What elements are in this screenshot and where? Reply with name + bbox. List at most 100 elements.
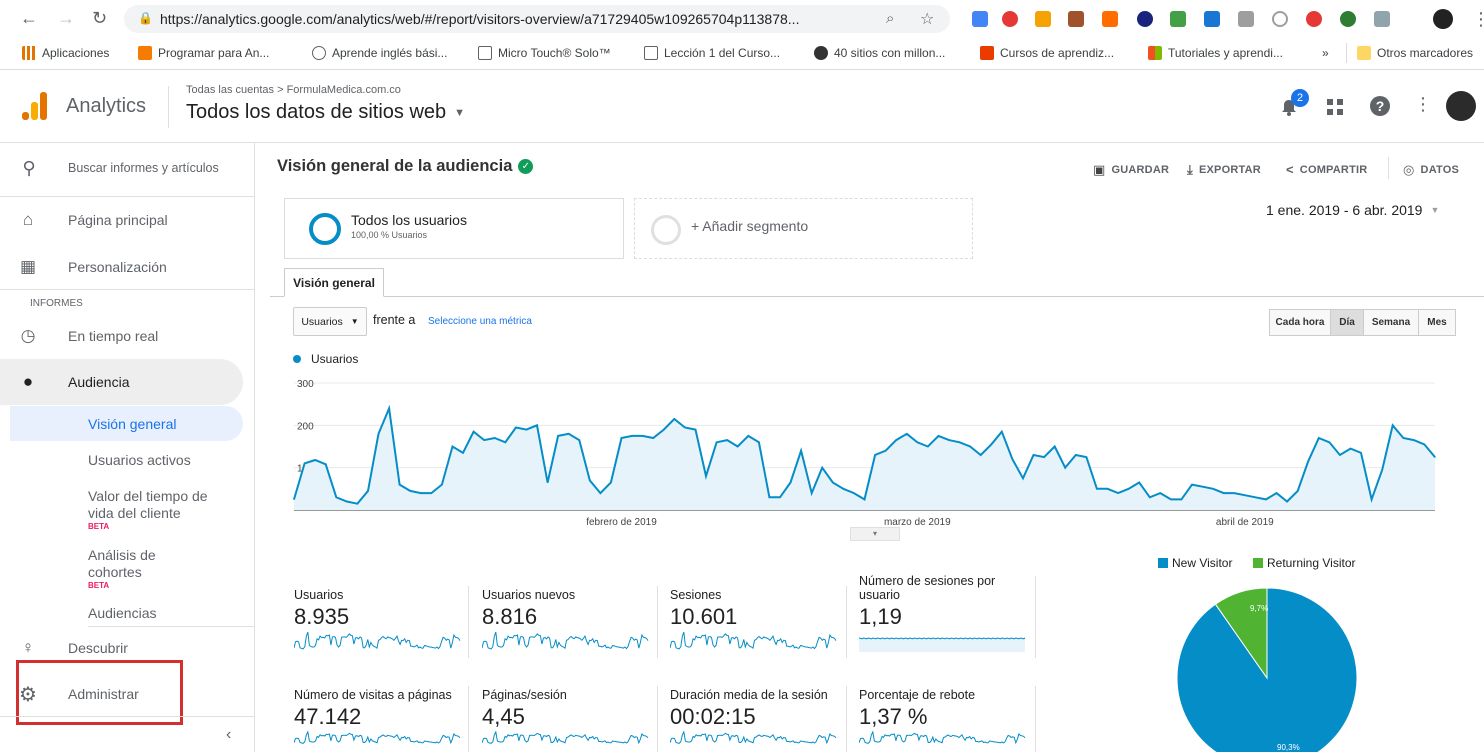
data-point[interactable] [1191,484,1193,486]
data-point[interactable] [1265,498,1267,500]
bookmarks-overflow-button[interactable]: » [1322,46,1329,60]
select-metric-link[interactable]: Seleccione una métrica [428,316,532,327]
data-point[interactable] [557,435,559,437]
zoom-icon[interactable]: ⌕ [886,10,894,27]
data-point[interactable] [811,492,813,494]
data-point[interactable] [631,435,633,437]
browser-menu-icon[interactable]: ⋮ [1472,9,1484,29]
share-button[interactable]: < COMPARTIR [1286,162,1367,177]
data-point[interactable] [927,445,929,448]
data-point[interactable] [885,450,887,452]
bookmark-item[interactable]: Programar para An... [138,46,269,60]
data-point[interactable] [990,443,992,445]
extension-icon[interactable] [1137,11,1153,27]
data-point[interactable] [758,441,760,443]
data-point[interactable] [737,445,739,448]
data-point[interactable] [1423,443,1425,445]
extension-icon[interactable] [1204,11,1220,27]
data-point[interactable] [684,426,686,429]
data-point[interactable] [652,437,654,439]
data-point[interactable] [568,433,570,435]
extension-icon[interactable] [1306,11,1322,27]
data-point[interactable] [1106,488,1109,490]
data-point[interactable] [1328,441,1330,443]
metric-tile[interactable]: Porcentaje de rebote 1,37 % [858,688,1027,751]
data-point[interactable] [1170,498,1172,500]
metric-dropdown[interactable]: Usuarios ▼ [293,307,367,336]
profile-avatar[interactable] [1433,9,1453,29]
granularity-month[interactable]: Mes [1418,309,1456,336]
extension-icon[interactable] [1170,11,1186,27]
address-bar[interactable]: 🔒 https://analytics.google.com/analytics… [124,5,950,33]
data-point[interactable] [673,418,675,420]
extension-icon[interactable] [1102,11,1118,27]
nav-active-users[interactable]: Usuarios activos [88,452,191,469]
data-point[interactable] [1223,492,1225,494]
data-point[interactable] [1434,456,1436,458]
search-reports[interactable]: ⚲ Buscar informes y artículos [0,147,255,189]
extension-icon[interactable] [1068,11,1084,27]
data-point[interactable] [1096,488,1098,490]
data-point[interactable] [589,479,591,481]
data-point[interactable] [1254,496,1256,498]
bookmark-item[interactable]: 40 sitios con millon... [814,46,945,60]
data-point[interactable] [821,467,823,469]
data-point[interactable] [399,484,401,486]
data-point[interactable] [356,503,358,505]
help-icon[interactable]: ? [1370,96,1390,116]
data-point[interactable] [451,445,454,448]
reload-icon[interactable]: ↻ [92,8,107,28]
data-point[interactable] [1212,488,1214,490]
data-point[interactable] [832,481,834,484]
data-point[interactable] [293,498,295,500]
data-point[interactable] [789,481,792,484]
nav-home[interactable]: ⌂ Página principal [0,197,243,243]
data-point[interactable] [1202,486,1204,488]
add-segment-button[interactable]: + Añadir segmento [634,198,973,259]
data-point[interactable] [1159,492,1161,494]
star-icon[interactable]: ☆ [920,9,934,29]
extension-icon[interactable] [1002,11,1018,27]
data-point[interactable] [779,496,781,498]
data-point[interactable] [1349,448,1352,450]
data-point[interactable] [367,490,369,492]
data-point[interactable] [1360,452,1362,454]
data-point[interactable] [1128,488,1130,490]
view-selector[interactable]: Todos los datos de sitios web ▼ [186,101,465,124]
search-input[interactable]: Buscar informes y artículos [68,161,219,175]
metric-tile[interactable]: Sesiones 10.601 [669,588,838,657]
export-button[interactable]: ⤓ EXPORTAR [1187,162,1261,178]
tab-overview[interactable]: Visión general [284,268,384,297]
data-point[interactable] [959,441,961,443]
data-point[interactable] [1233,492,1235,494]
data-point[interactable] [1001,431,1003,433]
account-breadcrumb[interactable]: Todas las cuentas > FormulaMedica.com.co [186,84,401,96]
data-point[interactable] [800,450,802,452]
data-point[interactable] [906,433,908,435]
date-range-picker[interactable]: 1 ene. 2019 - 6 abr. 2019 ▼ [1266,202,1439,218]
data-point[interactable] [536,424,538,426]
data-point[interactable] [1138,481,1140,484]
data-point[interactable] [1297,490,1299,492]
nav-overview[interactable]: Visión general [88,416,176,433]
data-point[interactable] [1043,456,1045,458]
data-point[interactable] [620,437,623,439]
data-point[interactable] [610,481,612,484]
data-point[interactable] [1075,454,1077,456]
granularity-week[interactable]: Semana [1363,309,1419,336]
data-point[interactable] [325,463,327,465]
data-point[interactable] [716,441,718,443]
nav-audience[interactable]: ● Audiencia [0,359,243,405]
data-point[interactable] [1318,437,1320,439]
data-point[interactable] [937,435,940,437]
data-point[interactable] [1149,496,1151,498]
data-point[interactable] [335,496,337,498]
data-point[interactable] [409,490,411,492]
data-point[interactable] [504,441,506,443]
data-point[interactable] [1011,458,1014,460]
metric-tile[interactable]: Número de visitas a páginas 47.142 [293,688,462,751]
expand-chart-handle[interactable]: ▾ [850,527,900,541]
data-point[interactable] [642,435,644,437]
data-point[interactable] [969,445,971,448]
data-point[interactable] [515,426,517,429]
